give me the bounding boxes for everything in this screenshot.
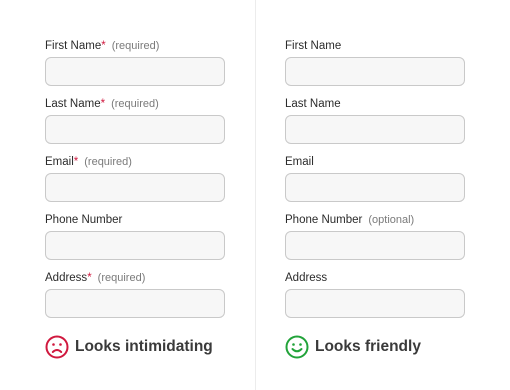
first-name-label-row: First Name [285,39,465,57]
required-hint: (required) [111,98,159,110]
field-label: Last Name [45,98,101,110]
last-name-field: Last Name [285,97,465,155]
address-field: Address [285,271,465,329]
required-hint: (required) [84,156,132,168]
email-label-row: Email* (required) [45,155,225,173]
address-field: Address* (required) [45,271,225,329]
phone-number-field: Phone Number [45,213,225,271]
required-asterisk: * [101,40,106,52]
intimidating-form: First Name* (required) Last Name* (require… [45,39,225,329]
email-label-row: Email [285,155,465,173]
last-name-label-row: Last Name* (required) [45,97,225,115]
required-asterisk: * [73,156,79,168]
verdict-text: Looks friendly [315,338,421,355]
frown-face-icon [45,335,69,359]
phone-number-label-row: Phone Number [45,213,225,231]
last-name-field: Last Name* (required) [45,97,225,155]
address-label-row: Address [285,271,465,289]
email-input[interactable] [45,173,225,202]
first-name-field: First Name* (required) [45,39,225,97]
address-input[interactable] [45,289,225,318]
first-name-input[interactable] [45,57,225,86]
phone-number-label-row: Phone Number (optional) [285,213,465,231]
field-label: Address [285,272,328,284]
verdict-text: Looks intimidating [75,338,213,355]
email-field: Email* (required) [45,155,225,213]
email-input[interactable] [285,173,465,202]
required-hint: (required) [97,272,146,284]
field-label: Email [285,156,314,168]
first-name-label-row: First Name* (required) [45,39,225,57]
phone-number-input[interactable] [45,231,225,260]
field-label: Last Name [285,98,341,110]
field-label: Address [45,272,88,284]
required-asterisk: * [87,272,92,284]
friendly-form-panel: First Name Last Name Email Phone Number (… [255,0,510,390]
last-name-input[interactable] [285,115,465,144]
intimidating-form-panel: First Name* (required) Last Name* (require… [0,0,255,390]
field-label: Phone Number [285,214,363,226]
phone-number-input[interactable] [285,231,465,260]
smile-face-icon [285,335,309,359]
field-label: First Name [45,40,102,52]
friendly-verdict: Looks friendly [285,335,421,359]
required-hint: (required) [111,40,160,52]
last-name-label-row: Last Name [285,97,465,115]
field-label: Email [45,156,74,168]
email-field: Email [285,155,465,213]
first-name-field: First Name [285,39,465,97]
field-label: Phone Number [45,214,123,226]
required-asterisk: * [100,98,106,110]
field-label: First Name [285,40,342,52]
phone-number-field: Phone Number (optional) [285,213,465,271]
friendly-form: First Name Last Name Email Phone Number (… [285,39,465,329]
first-name-input[interactable] [285,57,465,86]
last-name-input[interactable] [45,115,225,144]
address-input[interactable] [285,289,465,318]
optional-hint: (optional) [368,214,415,226]
address-label-row: Address* (required) [45,271,225,289]
intimidating-verdict: Looks intimidating [45,335,213,359]
